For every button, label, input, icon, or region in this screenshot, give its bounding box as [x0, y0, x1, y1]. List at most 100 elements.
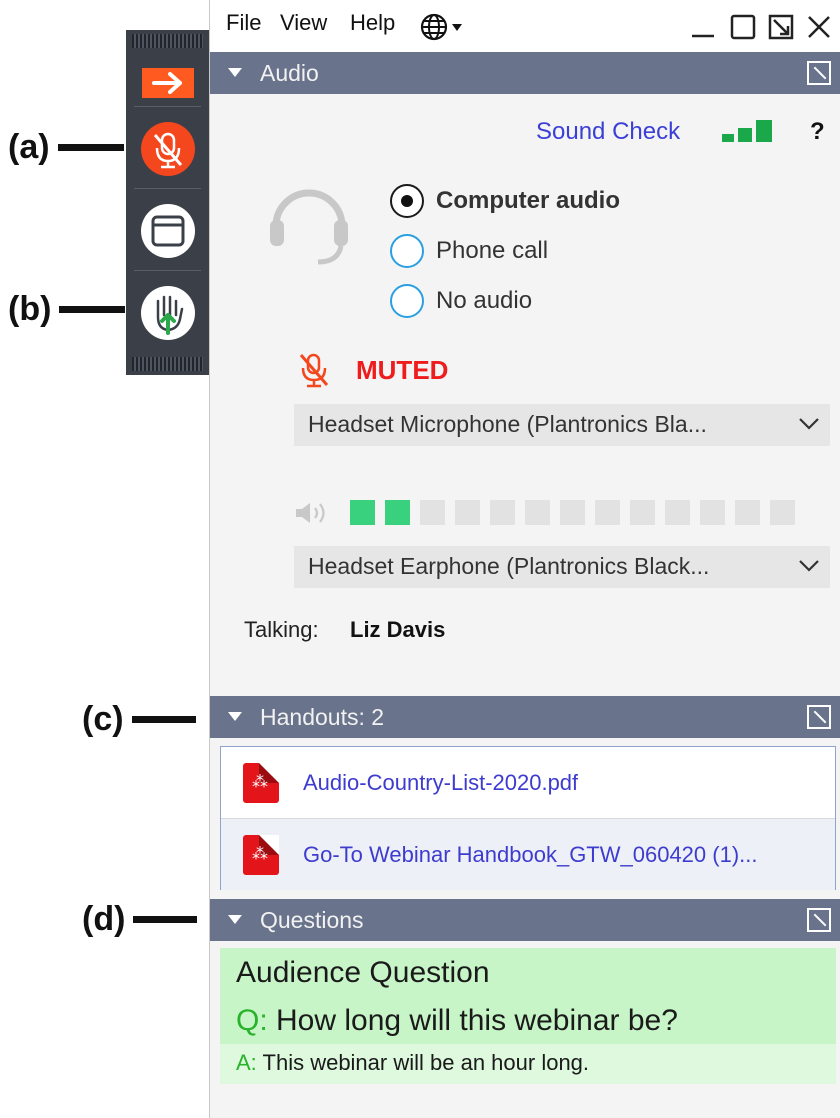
microphone-muted-icon[interactable]	[296, 352, 332, 388]
raise-hand-icon	[140, 286, 195, 340]
handout-filename[interactable]: Audio-Country-List-2020.pdf	[303, 770, 578, 796]
collapse-triangle-icon[interactable]	[228, 712, 242, 721]
computer-audio-label: Computer audio	[436, 187, 620, 214]
annotation-a-line	[57, 144, 124, 151]
signal-strength-icon	[722, 120, 772, 142]
annotation-c: (c)	[82, 700, 196, 739]
window-button[interactable]	[126, 200, 209, 262]
menu-view[interactable]: View	[280, 10, 327, 36]
volume-segment	[595, 500, 620, 525]
maximize-button[interactable]	[728, 12, 758, 49]
handout-item[interactable]: Go-To Webinar Handbook_GTW_060420 (1)...	[221, 819, 835, 890]
no-audio-label: No audio	[436, 287, 533, 314]
menu-bar: File View Help	[210, 0, 840, 52]
popout-icon	[768, 14, 794, 40]
handouts-section-title: Handouts: 2	[260, 704, 385, 730]
talking-name: Liz Davis	[350, 617, 446, 642]
volume-segment	[455, 500, 480, 525]
minimize-button[interactable]	[688, 12, 718, 49]
pdf-icon	[243, 834, 279, 875]
answer-text: This webinar will be an hour long.	[262, 1050, 590, 1075]
question-card[interactable]: Audience Question Q: How long will this …	[220, 948, 836, 1084]
minimize-icon	[692, 34, 714, 38]
volume-segment	[770, 500, 795, 525]
popout-icon[interactable]	[807, 705, 831, 729]
speaker-select[interactable]: Headset Earphone (Plantronics Black...	[294, 546, 830, 588]
phone-call-label: Phone call	[436, 237, 549, 264]
menu-help[interactable]: Help	[350, 10, 395, 36]
collapse-triangle-icon[interactable]	[228, 915, 242, 924]
annotation-c-label: (c)	[82, 700, 124, 738]
raise-hand-button[interactable]	[126, 282, 209, 344]
questions-section-header[interactable]: Questions	[210, 899, 840, 941]
phone-call-option[interactable]: Phone call	[390, 234, 548, 268]
question-line: Q: How long will this webinar be?	[236, 1004, 678, 1038]
strip-divider	[134, 106, 201, 107]
microphone-muted-icon	[140, 122, 195, 176]
volume-segment	[490, 500, 515, 525]
maximize-icon	[730, 14, 756, 40]
annotation-a: (a)	[8, 128, 124, 167]
popout-icon[interactable]	[807, 61, 831, 85]
volume-segment	[525, 500, 550, 525]
headset-icon	[270, 189, 348, 265]
arrow-right-icon	[141, 68, 194, 98]
popout-button[interactable]	[766, 12, 796, 49]
strip-divider	[134, 188, 201, 189]
window-icon	[140, 204, 195, 258]
phone-call-radio[interactable]	[390, 234, 424, 268]
handout-filename[interactable]: Go-To Webinar Handbook_GTW_060420 (1)...	[303, 842, 758, 868]
volume-segment	[735, 500, 760, 525]
pdf-icon	[243, 762, 279, 803]
answer-prefix: A:	[236, 1050, 257, 1075]
speaker-icon	[296, 503, 325, 523]
muted-status: MUTED	[356, 355, 449, 385]
question-text: How long will this webinar be?	[276, 1004, 678, 1037]
sound-check-link[interactable]: Sound Check	[536, 118, 680, 146]
annotation-d-line	[133, 916, 198, 923]
close-button[interactable]	[804, 12, 834, 49]
microphone-select-value: Headset Microphone (Plantronics Bla...	[308, 411, 707, 437]
speaker-select-value: Headset Earphone (Plantronics Black...	[308, 553, 710, 579]
popout-icon[interactable]	[807, 908, 831, 932]
volume-segment	[700, 500, 725, 525]
annotation-d: (d)	[82, 900, 198, 939]
question-prefix: Q:	[236, 1004, 268, 1037]
language-menu[interactable]	[420, 12, 474, 47]
audio-section-header[interactable]: Audio	[210, 52, 840, 94]
volume-segment	[630, 500, 655, 525]
help-button[interactable]: ?	[810, 118, 825, 146]
collapse-triangle-icon[interactable]	[228, 68, 242, 77]
menu-file[interactable]: File	[226, 10, 261, 36]
drag-handle[interactable]	[132, 357, 203, 371]
drag-handle[interactable]	[132, 34, 203, 48]
volume-segment	[385, 500, 410, 525]
microphone-select[interactable]: Headset Microphone (Plantronics Bla...	[294, 404, 830, 446]
volume-level-meter	[350, 500, 795, 525]
chevron-down-icon	[798, 410, 820, 443]
webinar-control-panel: File View Help Audio Sound Check ? Compu…	[209, 0, 840, 1118]
volume-segment	[420, 500, 445, 525]
collapse-button[interactable]	[126, 62, 209, 104]
mute-button[interactable]	[126, 118, 209, 180]
computer-audio-option[interactable]: Computer audio	[390, 184, 620, 218]
annotation-b: (b)	[8, 290, 126, 329]
no-audio-option[interactable]: No audio	[390, 284, 532, 318]
no-audio-radio[interactable]	[390, 284, 424, 318]
globe-icon	[420, 13, 462, 41]
questions-section-title: Questions	[260, 907, 364, 933]
answer-line: A: This webinar will be an hour long.	[236, 1050, 589, 1076]
control-strip	[126, 30, 209, 375]
audio-section-title: Audio	[260, 60, 319, 86]
volume-segment	[350, 500, 375, 525]
volume-segment	[560, 500, 585, 525]
handouts-list: Audio-Country-List-2020.pdf Go-To Webina…	[220, 746, 836, 890]
talking-label: Talking:	[244, 617, 319, 642]
close-icon	[808, 16, 830, 38]
annotation-d-label: (d)	[82, 900, 126, 938]
handout-item[interactable]: Audio-Country-List-2020.pdf	[221, 747, 835, 818]
annotation-c-line	[131, 716, 196, 723]
annotation-b-label: (b)	[8, 290, 52, 328]
computer-audio-radio[interactable]	[390, 184, 424, 218]
handouts-section-header[interactable]: Handouts: 2	[210, 696, 840, 738]
